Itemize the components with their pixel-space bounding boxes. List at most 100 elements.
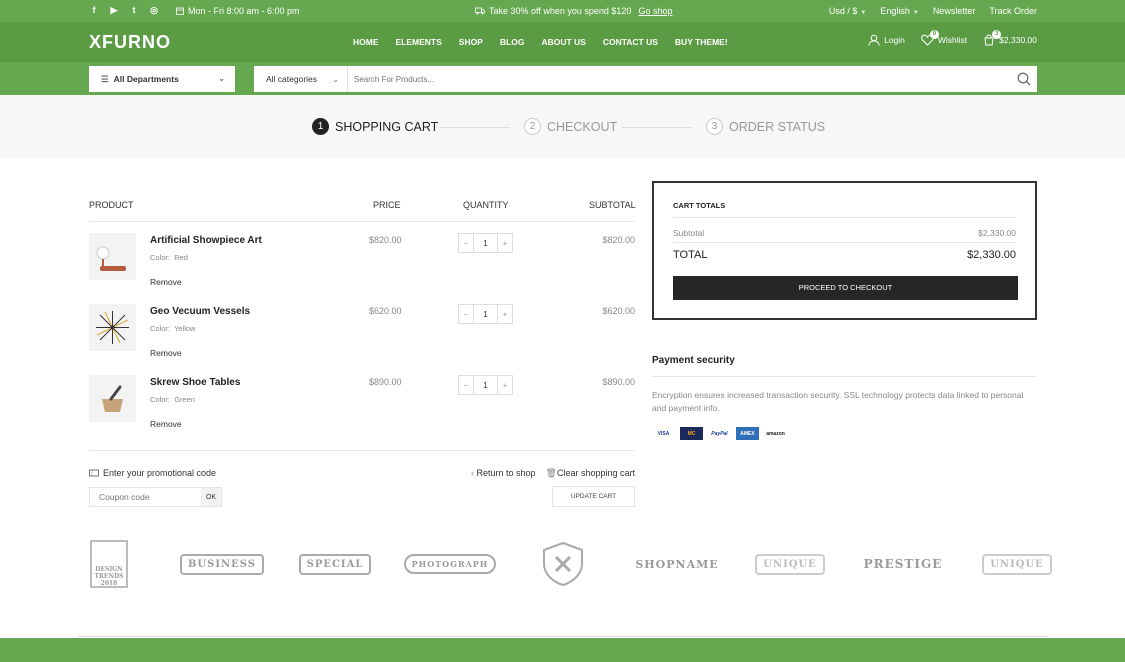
design-trends-text: DESIGN TRENDS 2018 xyxy=(90,540,128,588)
site-logo[interactable]: XFURNO xyxy=(89,32,171,53)
step-label: ORDER STATUS xyxy=(729,119,826,134)
twitter-icon[interactable]: t xyxy=(129,5,139,15)
wishlist-link[interactable]: 0 Wishlist xyxy=(921,30,968,46)
remove-link[interactable]: Remove xyxy=(150,277,182,287)
cart-totals-box: CART TOTALS Subtotal $2,330.00 TOTAL $2,… xyxy=(652,181,1037,320)
increase-button[interactable]: + xyxy=(498,305,512,323)
cart-actions: ‹ Return to shop 🗑︎Clear shopping cart xyxy=(471,468,635,479)
brand-logo[interactable]: SPECIAL xyxy=(298,539,372,589)
track-order-link[interactable]: Track Order xyxy=(989,6,1037,16)
table-row: Skrew Shoe Tables Color: Green Remove $8… xyxy=(89,375,635,445)
currency-select[interactable]: Usd / $ ▼ xyxy=(829,6,866,16)
product-color: Color: Red xyxy=(150,253,188,262)
update-cart-button[interactable]: UPDATE CART xyxy=(552,486,635,507)
shopname-text: SHOPNAME xyxy=(635,557,719,571)
brand-logo[interactable]: BUSINESS xyxy=(179,539,265,589)
brand-logo[interactable] xyxy=(538,539,588,589)
visa-icon: VISA xyxy=(657,430,670,437)
step-order-status: 3 ORDER STATUS xyxy=(706,118,825,135)
facebook-icon[interactable]: f xyxy=(89,5,99,15)
quantity-value[interactable]: 1 xyxy=(473,376,498,394)
increase-button[interactable]: + xyxy=(498,234,512,252)
subtotal-value: $2,330.00 xyxy=(978,228,1016,238)
coupon-ok-button[interactable]: OK xyxy=(201,488,221,506)
youtube-icon[interactable]: ▶ xyxy=(109,5,119,15)
column-subtotal: SUBTOTAL xyxy=(589,200,636,210)
product-thumbnail[interactable] xyxy=(89,233,136,280)
nav-contact[interactable]: CONTACT US xyxy=(603,37,658,47)
nav-elements[interactable]: ELEMENTS xyxy=(396,37,442,47)
decrease-button[interactable]: − xyxy=(459,305,473,323)
search-button[interactable] xyxy=(1011,66,1037,92)
brand-logo[interactable]: SHOPNAME xyxy=(635,539,717,589)
truck-icon xyxy=(475,7,485,15)
coupon-input[interactable] xyxy=(90,488,201,506)
newsletter-link[interactable]: Newsletter xyxy=(933,6,976,16)
search-input[interactable] xyxy=(348,66,1011,92)
coupon-form: OK xyxy=(89,487,222,507)
step-number: 1 xyxy=(312,118,329,135)
remove-link[interactable]: Remove xyxy=(150,419,182,429)
wishlist-label: Wishlist xyxy=(937,35,968,45)
clear-label: Clear shopping cart xyxy=(556,468,635,478)
coupon-label: Enter your promotional code xyxy=(89,468,216,478)
step-divider xyxy=(440,127,510,128)
quantity-stepper: − 1 + xyxy=(458,233,513,253)
clear-cart-link[interactable]: 🗑︎Clear shopping cart xyxy=(546,468,635,479)
brand-logo[interactable]: PHOTOGRAPH xyxy=(403,539,497,589)
product-name[interactable]: Skrew Shoe Tables xyxy=(150,377,240,388)
calendar-icon xyxy=(176,7,184,15)
go-shop-link[interactable]: Go shop xyxy=(638,6,672,16)
nav-buy-theme[interactable]: BUY THEME! xyxy=(675,37,728,47)
total-value: $2,330.00 xyxy=(967,249,1016,261)
product-color: Color: Yellow xyxy=(150,324,195,333)
product-price: $890.00 xyxy=(369,377,402,387)
decrease-button[interactable]: − xyxy=(459,376,473,394)
prestige-text: PRESTIGE xyxy=(863,557,943,571)
nav-home[interactable]: HOME xyxy=(353,37,379,47)
nav-shop[interactable]: SHOP xyxy=(459,37,483,47)
chevron-down-icon: ⌄ xyxy=(332,74,339,84)
return-to-shop-link[interactable]: ‹ Return to shop xyxy=(471,468,536,479)
product-name[interactable]: Artificial Showpiece Art xyxy=(150,235,262,246)
brand-logo[interactable]: UNIQUE xyxy=(755,539,825,589)
language-select[interactable]: English ▼ xyxy=(880,6,918,16)
product-name[interactable]: Geo Vecuum Vessels xyxy=(150,306,250,317)
step-shopping-cart: 1 SHOPPING CART xyxy=(312,118,438,135)
quantity-value[interactable]: 1 xyxy=(473,234,498,252)
table-row: Artificial Showpiece Art Color: Red Remo… xyxy=(89,233,635,303)
instagram-icon[interactable]: ◎ xyxy=(149,5,159,15)
login-label: Login xyxy=(884,35,905,45)
decrease-button[interactable]: − xyxy=(459,234,473,252)
departments-dropdown[interactable]: ☰ All Departments ⌄ xyxy=(89,66,235,92)
table-row: Geo Vecuum Vessels Color: Yellow Remove … xyxy=(89,304,635,374)
product-subtotal: $620.00 xyxy=(602,306,635,316)
color-value: Red xyxy=(174,253,188,262)
nav-blog[interactable]: BLOG xyxy=(500,37,525,47)
increase-button[interactable]: + xyxy=(498,376,512,394)
cart-link[interactable]: 3 $2,330.00 xyxy=(983,30,1037,46)
search-row: ☰ All Departments ⌄ All categories ⌄ xyxy=(0,62,1125,95)
header-actions: Login 0 Wishlist 3 $2,330.00 xyxy=(868,30,1037,46)
color-label: Color: xyxy=(150,253,171,262)
nav-about[interactable]: ABOUT US xyxy=(541,37,585,47)
topbar-right: Usd / $ ▼ English ▼ Newsletter Track Order xyxy=(829,6,1037,16)
step-checkout: 2 CHECKOUT xyxy=(524,118,617,135)
promo-text: Take 30% off when you spend $120 xyxy=(489,6,632,16)
divider xyxy=(78,636,1048,637)
quantity-value[interactable]: 1 xyxy=(473,305,498,323)
amex-icon: AMEX xyxy=(736,427,759,440)
remove-link[interactable]: Remove xyxy=(150,348,182,358)
proceed-to-checkout-button[interactable]: PROCEED TO CHECKOUT xyxy=(673,276,1018,300)
starburst-image xyxy=(96,311,129,344)
category-select[interactable]: All categories ⌄ xyxy=(254,66,348,92)
product-price: $820.00 xyxy=(369,235,402,245)
product-thumbnail[interactable] xyxy=(89,375,136,422)
product-thumbnail[interactable] xyxy=(89,304,136,351)
brand-logo[interactable]: DESIGN TRENDS 2018 xyxy=(89,539,129,589)
login-link[interactable]: Login xyxy=(868,34,905,46)
brand-logo[interactable]: UNIQUE xyxy=(982,539,1052,589)
brand-logo[interactable]: PRESTIGE xyxy=(864,539,942,589)
photograph-text: PHOTOGRAPH xyxy=(403,554,497,574)
lamp-image xyxy=(96,246,126,271)
